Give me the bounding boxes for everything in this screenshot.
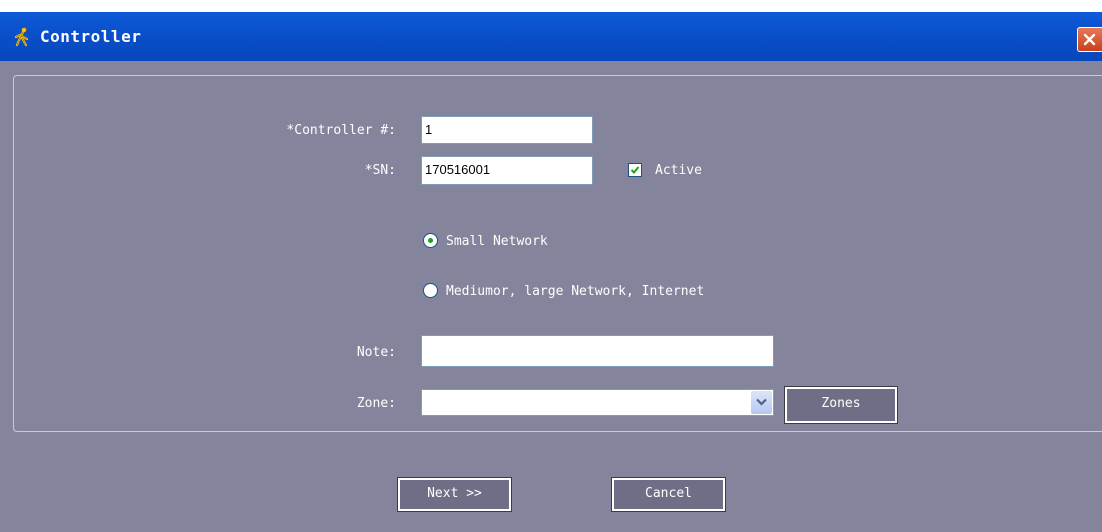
zone-select[interactable] <box>421 389 774 416</box>
controller-window: Controller *Controller #: 1 *SN: 1705160… <box>0 12 1102 532</box>
controller-number-input[interactable]: 1 <box>421 116 593 144</box>
controller-number-label: *Controller #: <box>286 123 396 138</box>
cancel-button[interactable]: Cancel <box>611 477 726 512</box>
sn-input[interactable]: 170516001 <box>421 156 593 185</box>
active-checkbox[interactable] <box>628 163 642 177</box>
checkmark-icon <box>630 166 640 174</box>
controller-figure-icon <box>14 27 32 47</box>
small-network-radio[interactable] <box>423 233 438 248</box>
next-button[interactable]: Next >> <box>397 477 512 512</box>
zones-button[interactable]: Zones <box>784 386 898 424</box>
note-label: Note: <box>356 345 396 360</box>
zone-dropdown-button[interactable] <box>751 391 772 414</box>
small-network-label: Small Network <box>446 234 548 249</box>
radio-selected-dot <box>428 238 433 243</box>
title-bar[interactable]: Controller <box>0 12 1102 61</box>
medium-large-network-radio[interactable] <box>423 283 438 298</box>
chevron-down-icon <box>756 398 767 406</box>
window-title: Controller <box>40 27 142 46</box>
zone-label: Zone: <box>356 396 396 411</box>
close-button[interactable] <box>1077 27 1102 52</box>
close-icon <box>1083 33 1096 46</box>
sn-label: *SN: <box>364 163 396 178</box>
note-input[interactable] <box>421 335 774 367</box>
active-label: Active <box>655 163 702 178</box>
medium-large-network-label: Mediumor, large Network, Internet <box>446 284 705 299</box>
